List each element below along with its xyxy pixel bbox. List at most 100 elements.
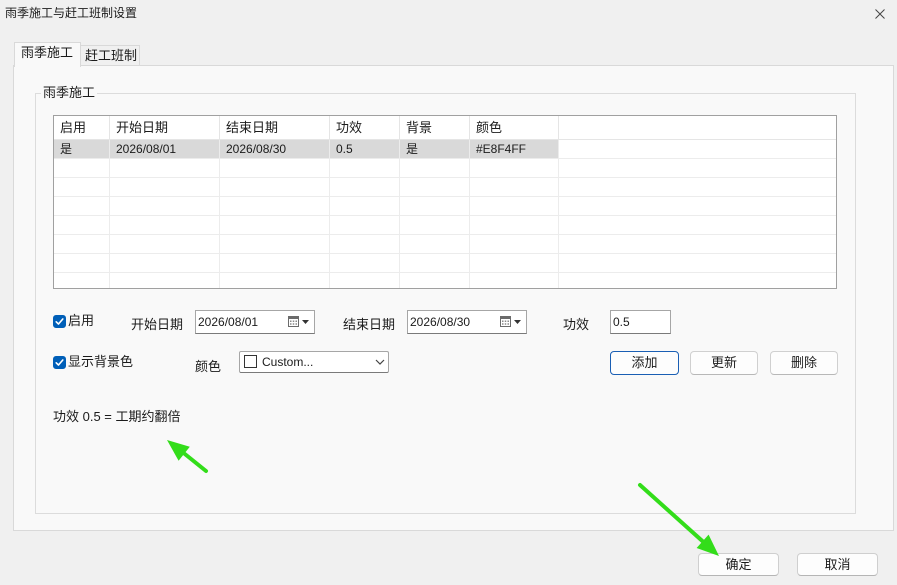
table-cell-empty (54, 159, 110, 177)
table-cell-empty (470, 235, 559, 253)
title-bar: 雨季施工与赶工班制设置 (0, 0, 897, 30)
table-row-empty (54, 273, 836, 288)
table-cell-empty (54, 216, 110, 234)
start-date-picker[interactable]: 2026/08/01 (195, 310, 315, 334)
table-cell-empty (470, 216, 559, 234)
column-header-efficiency[interactable]: 功效 (330, 116, 400, 139)
table-cell-empty (400, 235, 470, 253)
table-cell-empty (110, 273, 220, 288)
efficiency-input[interactable] (610, 310, 671, 334)
tab-overtime-shift[interactable]: 赶工班制 (80, 45, 140, 65)
color-swatch (244, 355, 257, 368)
update-button[interactable]: 更新 (690, 351, 758, 375)
table-cell-empty (220, 273, 330, 288)
checkmark-icon (55, 359, 64, 366)
table-row-empty (54, 178, 836, 197)
show-background-checkbox[interactable] (53, 356, 66, 369)
table-cell-empty (54, 178, 110, 196)
table-cell: 是 (54, 140, 110, 158)
efficiency-label: 功效 (563, 317, 590, 332)
table-cell-empty (220, 197, 330, 215)
tab-rainy-season[interactable]: 雨季施工 (14, 42, 81, 67)
add-button[interactable]: 添加 (610, 351, 679, 375)
ok-button[interactable]: 确定 (698, 553, 779, 576)
close-button[interactable] (868, 4, 892, 24)
list-header: 启用 开始日期 结束日期 功效 背景 颜色 (54, 116, 836, 140)
calendar-icon (288, 316, 299, 327)
dropdown-arrow-icon[interactable] (514, 320, 521, 324)
table-cell-empty (470, 197, 559, 215)
table-cell-empty (54, 197, 110, 215)
calendar-icon (500, 316, 511, 327)
table-cell-empty (220, 254, 330, 272)
rainy-season-list[interactable]: 启用 开始日期 结束日期 功效 背景 颜色 是 2026/08/01 2026/… (53, 115, 837, 289)
enable-checkbox-label[interactable]: 启用 (68, 313, 94, 329)
table-cell-empty (400, 178, 470, 196)
table-cell-empty (470, 178, 559, 196)
table-cell: 2026/08/30 (220, 140, 330, 158)
table-cell-empty (220, 178, 330, 196)
tab-label: 赶工班制 (85, 48, 138, 63)
cancel-button[interactable]: 取消 (797, 553, 878, 576)
checkmark-icon (55, 318, 64, 325)
table-row-empty (54, 159, 836, 178)
table-cell-empty (400, 254, 470, 272)
table-cell-empty (330, 178, 400, 196)
table-cell-empty (54, 273, 110, 288)
close-icon (875, 9, 885, 19)
table-cell-empty (54, 254, 110, 272)
list-body: 是 2026/08/01 2026/08/30 0.5 是 #E8F4FF (54, 140, 836, 288)
table-cell-empty (330, 159, 400, 177)
table-cell-empty (330, 197, 400, 215)
table-cell-empty (400, 216, 470, 234)
table-cell-empty (110, 216, 220, 234)
table-cell: #E8F4FF (470, 140, 559, 158)
table-cell-empty (110, 197, 220, 215)
color-combobox-value: Custom... (262, 355, 314, 369)
table-cell-empty (220, 216, 330, 234)
table-row-empty (54, 216, 836, 235)
table-cell-empty (110, 254, 220, 272)
column-header-end-date[interactable]: 结束日期 (220, 116, 330, 139)
table-row-empty (54, 197, 836, 216)
table-cell-empty (400, 159, 470, 177)
table-cell-empty (330, 254, 400, 272)
table-cell: 0.5 (330, 140, 400, 158)
table-cell: 2026/08/01 (110, 140, 220, 158)
table-cell-empty (470, 273, 559, 288)
column-header-enabled[interactable]: 启用 (54, 116, 110, 139)
table-cell-empty (470, 159, 559, 177)
column-header-background[interactable]: 背景 (400, 116, 470, 139)
color-combobox[interactable]: Custom... (239, 351, 389, 373)
column-header-start-date[interactable]: 开始日期 (110, 116, 220, 139)
table-row-empty (54, 235, 836, 254)
column-header-color[interactable]: 颜色 (470, 116, 559, 139)
table-cell-empty (470, 254, 559, 272)
end-date-value: 2026/08/30 (410, 315, 471, 329)
rainy-season-group: 雨季施工 启用 开始日期 结束日期 功效 背景 颜色 是 2026/08/01 … (35, 85, 856, 514)
delete-button[interactable]: 删除 (770, 351, 838, 375)
table-cell-empty (110, 159, 220, 177)
table-cell-empty (220, 235, 330, 253)
table-cell-empty (400, 197, 470, 215)
table-cell-empty (110, 235, 220, 253)
table-row[interactable]: 是 2026/08/01 2026/08/30 0.5 是 #E8F4FF (54, 140, 836, 159)
tab-panel-rainy-season: 雨季施工 启用 开始日期 结束日期 功效 背景 颜色 是 2026/08/01 … (13, 65, 894, 531)
enable-checkbox[interactable] (53, 315, 66, 328)
table-cell-empty (330, 273, 400, 288)
color-label: 颜色 (195, 359, 222, 374)
table-cell-empty (330, 235, 400, 253)
table-cell-empty (400, 273, 470, 288)
dropdown-arrow-icon[interactable] (302, 320, 309, 324)
table-cell: 是 (400, 140, 470, 158)
window-title: 雨季施工与赶工班制设置 (5, 6, 138, 20)
end-date-picker[interactable]: 2026/08/30 (407, 310, 527, 334)
end-date-label: 结束日期 (343, 317, 396, 332)
show-background-checkbox-label[interactable]: 显示背景色 (68, 354, 133, 370)
table-cell-empty (220, 159, 330, 177)
efficiency-note: 功效 0.5 = 工期约翻倍 (53, 409, 181, 424)
group-title: 雨季施工 (41, 85, 98, 101)
table-cell-empty (110, 178, 220, 196)
start-date-value: 2026/08/01 (198, 315, 259, 329)
table-cell-empty (54, 235, 110, 253)
